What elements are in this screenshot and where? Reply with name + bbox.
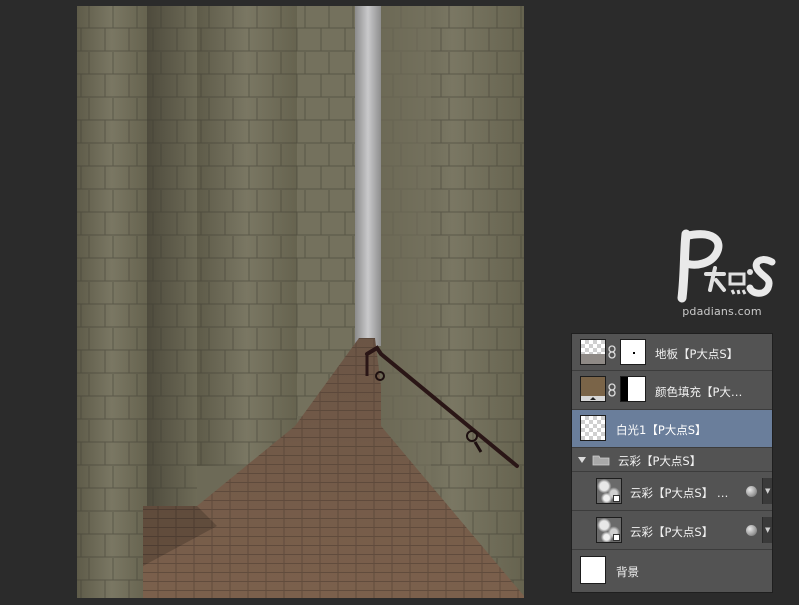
pdadians-logo: pdadians.com (672, 228, 782, 320)
link-icon[interactable] (608, 345, 616, 359)
layer-name: 白光1【P大点S】 (616, 423, 707, 437)
smart-filter-icon[interactable] (746, 486, 757, 497)
layer-name: 云彩【P大点S】 (618, 454, 702, 468)
fill-swatch-thumbnail (580, 376, 606, 402)
layers-panel: 地板【P大点S】 颜色填充【P大… 白光1【P大点S】 云彩【P大点S】 云彩【… (571, 333, 773, 593)
layer-row-white-light[interactable]: 白光1【P大点S】 (572, 410, 772, 448)
layer-name: 地板【P大点S】 (655, 347, 739, 361)
layer-name: 颜色填充【P大… (655, 385, 743, 399)
layer-row-color-fill[interactable]: 颜色填充【P大… (572, 371, 772, 410)
layer-mask-thumbnail[interactable] (620, 339, 646, 365)
canvas-artwork (77, 6, 524, 598)
layer-thumbnail (580, 339, 606, 365)
layer-thumbnail (580, 556, 606, 584)
document-canvas[interactable] (77, 6, 524, 598)
layer-thumbnail (580, 415, 606, 441)
layer-row-clouds-1[interactable]: 云彩【P大点S】 … ▼ (572, 472, 772, 511)
layer-thumbnail (596, 517, 622, 543)
layer-thumbnail (596, 478, 622, 504)
layer-group-clouds[interactable]: 云彩【P大点S】 (572, 448, 772, 472)
ps-brush-logo-icon (677, 229, 776, 303)
layer-name: 云彩【P大点S】 … (630, 486, 729, 500)
layer-name: 背景 (616, 565, 639, 579)
folder-icon (592, 455, 610, 466)
logo-url: pdadians.com (682, 305, 762, 318)
layer-name: 云彩【P大点S】 (630, 525, 714, 539)
expand-triangle-icon[interactable] (578, 457, 586, 463)
layer-options-scroll[interactable]: ▼ (762, 478, 772, 504)
smart-filter-icon[interactable] (746, 525, 757, 536)
layer-row-clouds-2[interactable]: 云彩【P大点S】 ▼ (572, 511, 772, 550)
layer-options-scroll[interactable]: ▼ (762, 517, 772, 543)
layer-row-background[interactable]: 背景 (572, 550, 772, 592)
layer-mask-thumbnail[interactable] (620, 376, 646, 402)
link-icon[interactable] (608, 383, 616, 397)
layer-row-floor[interactable]: 地板【P大点S】 (572, 334, 772, 371)
